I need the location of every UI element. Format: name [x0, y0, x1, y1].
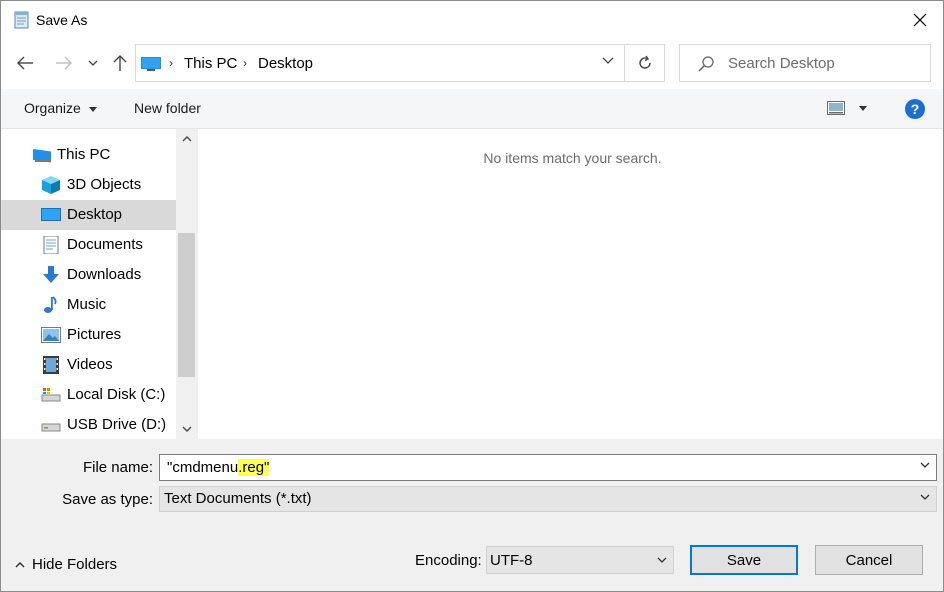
change-view-button[interactable] — [827, 101, 871, 119]
nav-label: Downloads — [67, 266, 142, 283]
new-folder-button[interactable]: New folder — [134, 100, 201, 116]
forward-button[interactable] — [52, 51, 76, 75]
save-as-dialog: Save As › This PC › Desktop Search Deskt… — [0, 0, 944, 592]
nav-item-3d-objects[interactable]: 3D Objects — [1, 170, 176, 200]
nav-label: Local Disk (C:) — [67, 386, 166, 403]
nav-label: Desktop — [67, 206, 123, 223]
nav-label: Videos — [67, 356, 113, 373]
encoding-value: UTF-8 — [490, 552, 533, 569]
back-arrow-icon — [17, 56, 33, 70]
address-bar[interactable]: › This PC › Desktop — [135, 44, 625, 82]
save-type-value: Text Documents (*.txt) — [164, 490, 312, 507]
refresh-button[interactable] — [625, 44, 665, 82]
recent-locations-button[interactable] — [83, 51, 103, 75]
breadcrumb-separator-icon: › — [243, 56, 247, 70]
help-button[interactable]: ? — [905, 99, 925, 119]
downloads-icon — [43, 266, 59, 283]
encoding-label: Encoding: — [415, 552, 482, 569]
toolbar: Organize New folder ? — [1, 89, 943, 129]
file-name-part: "cmdmenu — [167, 459, 239, 476]
file-name-field[interactable]: "cmdmenu.reg" — [159, 454, 937, 481]
cancel-button[interactable]: Cancel — [815, 545, 923, 575]
navigation-pane: This PC 3D Objects Desktop Documents Dow… — [1, 129, 197, 439]
nav-item-music[interactable]: Music — [1, 290, 176, 320]
documents-icon — [43, 236, 59, 254]
chevron-up-icon — [181, 136, 192, 142]
navigation-bar: › This PC › Desktop — [1, 39, 943, 89]
view-icon — [827, 101, 845, 115]
usb-drive-icon — [41, 423, 61, 432]
file-name-selected-part: .reg" — [238, 459, 270, 476]
nav-label: This PC — [57, 146, 111, 163]
pictures-icon — [41, 327, 61, 343]
breadcrumb-this-pc[interactable]: This PC — [184, 55, 237, 72]
save-type-label: Save as type: — [62, 491, 153, 508]
up-button[interactable] — [108, 51, 132, 75]
chevron-down-icon[interactable] — [920, 462, 930, 468]
chevron-down-icon — [859, 106, 867, 111]
nav-label: 3D Objects — [67, 176, 142, 193]
nav-item-usb-drive[interactable]: USB Drive (D:) — [1, 410, 176, 439]
breadcrumb-separator-icon: › — [169, 56, 173, 70]
nav-item-local-disk[interactable]: Local Disk (C:) — [1, 380, 176, 410]
search-input[interactable] — [728, 45, 924, 81]
save-form: File name: "cmdmenu.reg" Save as type: T… — [1, 439, 943, 591]
save-button[interactable]: Save — [690, 545, 798, 575]
hide-folders-button[interactable]: Hide Folders — [15, 556, 117, 573]
nav-item-desktop[interactable]: Desktop — [1, 200, 176, 230]
title-bar: Save As — [1, 1, 943, 39]
up-arrow-icon — [113, 55, 127, 71]
3d-objects-icon — [42, 176, 60, 194]
nav-label: Music — [67, 296, 107, 313]
this-pc-icon — [141, 57, 161, 71]
organize-button[interactable]: Organize — [24, 100, 97, 116]
desktop-icon — [41, 208, 61, 221]
videos-icon — [43, 356, 59, 374]
notepad-icon — [14, 11, 29, 29]
local-disk-icon — [41, 388, 61, 402]
nav-item-documents[interactable]: Documents — [1, 230, 176, 260]
nav-label: Documents — [67, 236, 143, 253]
nav-item-pictures[interactable]: Pictures — [1, 320, 176, 350]
refresh-icon — [638, 55, 651, 69]
file-name-value[interactable]: "cmdmenu.reg" — [167, 459, 270, 476]
nav-item-videos[interactable]: Videos — [1, 350, 176, 380]
nav-label: USB Drive (D:) — [67, 416, 167, 433]
chevron-down-icon — [657, 557, 667, 563]
close-icon — [913, 13, 927, 27]
nav-label: Pictures — [67, 326, 122, 343]
search-box[interactable] — [679, 44, 931, 82]
save-type-select[interactable]: Text Documents (*.txt) — [159, 486, 937, 512]
this-pc-icon — [33, 149, 51, 163]
chevron-up-icon — [15, 561, 25, 568]
search-icon — [698, 56, 714, 72]
address-dropdown-icon[interactable] — [602, 57, 614, 65]
encoding-select[interactable]: UTF-8 — [486, 546, 674, 574]
file-name-label: File name: — [82, 459, 153, 476]
scroll-down-button[interactable] — [176, 419, 197, 439]
scroll-up-button[interactable] — [176, 129, 197, 149]
hide-folders-label: Hide Folders — [32, 556, 118, 573]
empty-message: No items match your search. — [483, 150, 662, 166]
scroll-thumb[interactable] — [178, 233, 195, 377]
nav-item-this-pc[interactable]: This PC — [1, 140, 176, 170]
chevron-down-icon — [88, 60, 98, 66]
chevron-down-icon — [88, 106, 97, 112]
chevron-down-icon — [920, 494, 930, 500]
breadcrumb-desktop[interactable]: Desktop — [258, 55, 313, 72]
forward-arrow-icon — [56, 56, 72, 70]
file-list[interactable]: No items match your search. — [198, 129, 943, 439]
nav-item-downloads[interactable]: Downloads — [1, 260, 176, 290]
close-button[interactable] — [897, 1, 943, 39]
music-icon — [44, 296, 57, 313]
nav-pane-scrollbar[interactable] — [176, 129, 197, 439]
window-title: Save As — [36, 12, 88, 28]
back-button[interactable] — [13, 51, 37, 75]
chevron-down-icon — [181, 426, 192, 432]
organize-label: Organize — [24, 100, 81, 116]
